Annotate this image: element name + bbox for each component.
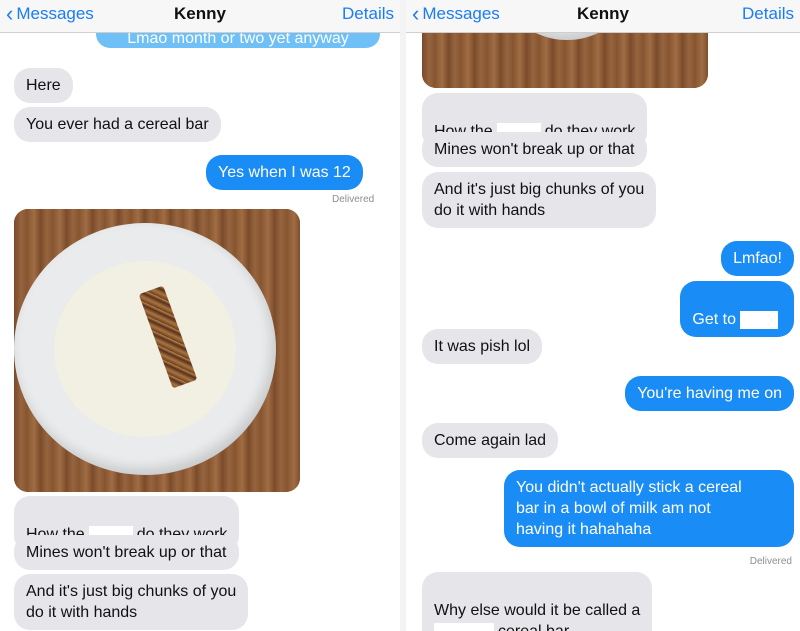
message-bubble-incoming: Mines won't break up or that [422,132,647,167]
conversation-right: ‹ Messages Kenny Details How thedo they … [406,0,800,631]
message-bubble-incoming: And it's just big chunks of you do it wi… [422,172,657,228]
back-button[interactable]: ‹ Messages [412,3,500,25]
message-bubble-incoming: Here [14,68,73,103]
censor-box [434,622,494,631]
message-text: Why else would it be called a [434,602,641,619]
chevron-left-icon: ‹ [6,1,14,26]
message-bubble-incoming: Mines won't break up or that [14,535,239,570]
message-bubble-outgoing: Yes when I was 12 [206,155,363,190]
message-bubble-incoming: And it's just big chunks of you do it wi… [14,574,249,630]
back-label: Messages [422,4,500,23]
message-bubble-outgoing: You didn't actually stick a cereal bar i… [504,470,794,547]
message-bubble-outgoing: Get to [680,281,794,337]
milk-image [54,261,236,437]
chevron-left-icon: ‹ [412,1,420,26]
message-bubble-incoming: Come again lad [422,423,559,458]
nav-bar: ‹ Messages Kenny Details [406,0,800,33]
details-button[interactable]: Details [742,4,794,24]
nav-bar: ‹ Messages Kenny Details [0,0,400,33]
delivered-status: Delivered [749,556,792,567]
delivered-status: Delivered [332,194,375,205]
back-button[interactable]: ‹ Messages [6,3,94,25]
message-bubble-incoming: Why else would it be called a cereal bar [422,572,653,631]
message-bubble-incoming: You ever had a cereal bar [14,107,221,142]
message-bubble-outgoing: You're having me on [625,376,794,411]
message-bubble-incoming: It was pish lol [422,329,543,364]
back-label: Messages [16,4,94,23]
details-button[interactable]: Details [342,4,394,24]
censor-box [740,310,778,329]
photo-attachment[interactable] [14,209,300,492]
message-text: Get to [692,311,736,328]
message-bubble-outgoing: Lmfao! [721,241,794,276]
message-text: cereal bar [498,623,569,631]
conversation-left: ‹ Messages Kenny Details Lmao month or t… [0,0,400,631]
